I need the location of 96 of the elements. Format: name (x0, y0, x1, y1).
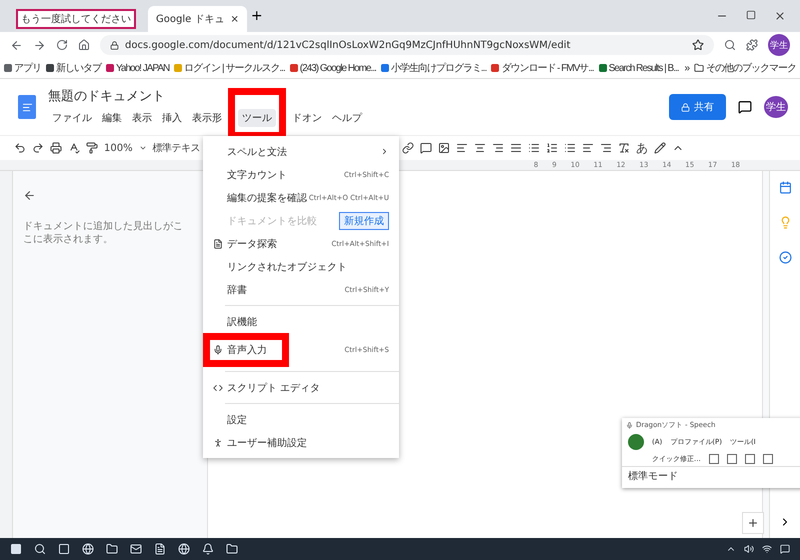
url-text: docs.google.com/document/d/121vC2sqlInOsLoxW2nGq9MzCJnfHUhnNT9gcNoxsWM/edit (125, 40, 570, 50)
bookmark-folder[interactable]: その他のブックマーク (694, 61, 796, 75)
explore-icon (213, 238, 223, 248)
print-icon[interactable] (50, 142, 62, 154)
bookmark-item[interactable]: Yahoo! JAPAN (106, 62, 170, 74)
forward-icon[interactable] (33, 38, 46, 52)
link-icon[interactable] (402, 142, 414, 154)
spellcheck-icon[interactable] (68, 142, 80, 154)
bookmark-item[interactable]: ログイン | サークルスク... (174, 61, 285, 75)
close-icon[interactable] (774, 10, 786, 22)
extensions-icon[interactable] (746, 39, 758, 51)
clear-formatting-icon[interactable] (618, 142, 630, 154)
bookmark-item[interactable]: 新しいタブ (46, 61, 101, 75)
document-title[interactable]: 無題のドキュメント (48, 87, 366, 105)
browser-tab[interactable]: もう一度試してください (8, 6, 144, 32)
menu-item[interactable]: 表示 (128, 109, 156, 127)
explore-button[interactable] (742, 512, 764, 534)
bookmark-item[interactable]: 小学生向けプログラミ... (380, 61, 486, 75)
new-tab-button[interactable]: + (250, 8, 263, 24)
align-center-icon[interactable] (474, 142, 486, 154)
folder-icon[interactable] (106, 543, 118, 555)
menu-option[interactable]: スクリプト エディタ (203, 376, 399, 399)
search-icon[interactable] (34, 543, 46, 555)
outline-hint: ドキュメントに追加した見出しがここに表示されます。 (23, 220, 184, 246)
lock-icon (681, 102, 690, 112)
tab-title: Google ドキュ (156, 13, 224, 26)
plus-icon (747, 517, 759, 529)
folder-icon (694, 63, 704, 73)
calendar-icon[interactable] (778, 181, 792, 194)
maximize-icon[interactable] (746, 10, 756, 20)
align-justify-icon[interactable] (510, 142, 522, 154)
browser-icon[interactable] (82, 543, 94, 555)
share-button[interactable]: 共有 (669, 94, 726, 120)
browser-icon[interactable] (178, 543, 190, 555)
address-bar[interactable]: docs.google.com/document/d/121vC2sqlInOsLoxW2nGq9MzCJnfHUhnNT9gcNoxsWM/edit (100, 35, 714, 55)
reload-icon[interactable] (56, 39, 68, 51)
undo-icon[interactable] (14, 142, 26, 154)
align-right-icon[interactable] (492, 142, 504, 154)
tasks-icon[interactable] (778, 251, 792, 264)
menu-item[interactable]: ツール (238, 109, 276, 127)
bookmark-item[interactable]: Search Results | B... (598, 62, 679, 74)
mode-label: 標準モード (622, 466, 800, 485)
indent-decrease-icon[interactable] (582, 142, 594, 154)
menu-option[interactable]: スペルと文法 (203, 140, 399, 163)
network-icon[interactable] (762, 544, 772, 554)
task-view-icon[interactable] (58, 543, 70, 555)
bookmark-item[interactable]: ダウンロード - FMVサ... (491, 61, 594, 75)
comment-icon[interactable] (420, 142, 432, 154)
input-tools-button[interactable]: あ (636, 140, 648, 156)
volume-icon[interactable] (744, 544, 754, 554)
lock-icon (110, 40, 119, 50)
mic-icon (213, 345, 223, 355)
menu-option[interactable]: 設定 (203, 408, 399, 431)
close-tab-button[interactable]: × (230, 14, 239, 24)
new-badge: 新規作成 (339, 212, 389, 230)
folder-icon[interactable] (226, 543, 238, 555)
numbered-list-icon[interactable] (546, 142, 558, 154)
bookmark-item[interactable]: (243) Google Home... (290, 62, 376, 74)
image-icon[interactable] (438, 142, 450, 154)
comment-history-icon[interactable] (738, 100, 752, 114)
code-icon (213, 382, 223, 392)
home-icon[interactable] (78, 39, 90, 51)
menu-item[interactable]: ヘルプ (328, 109, 366, 127)
more-bookmarks-button[interactable]: » (684, 62, 689, 74)
bookmark-item[interactable]: アプリ (4, 61, 41, 75)
menu-item[interactable]: ファイル (48, 109, 96, 127)
tab-title: もう一度試してください (16, 9, 136, 29)
menu-item[interactable]: 挿入 (158, 109, 186, 127)
person-icon (213, 438, 223, 448)
paint-roller-icon[interactable] (86, 142, 98, 154)
profile-avatar[interactable]: 学生 (764, 96, 788, 118)
bell-icon[interactable] (202, 543, 214, 555)
style-dropdown[interactable]: 標準テキス (152, 141, 200, 155)
menu-option[interactable]: リンクされたオブジェクト (203, 255, 399, 278)
editing-mode-icon[interactable] (654, 142, 666, 154)
caret-icon[interactable] (138, 144, 147, 152)
menu-item[interactable]: 表示形 (188, 109, 226, 127)
menu-option[interactable]: 訳機能 (203, 310, 399, 333)
search-icon[interactable] (724, 39, 736, 51)
profile-avatar[interactable]: 学生 (768, 34, 790, 56)
notification-icon[interactable] (780, 544, 790, 554)
browser-tab[interactable]: Google ドキュ × (148, 6, 247, 32)
mail-icon[interactable] (130, 543, 142, 555)
back-icon[interactable] (10, 38, 23, 52)
back-icon[interactable] (23, 189, 36, 202)
bookmark-star-icon[interactable] (692, 39, 704, 51)
zoom-dropdown[interactable]: 100% (104, 142, 133, 154)
menu-item[interactable]: ドオン (288, 109, 326, 127)
docs-logo-icon (18, 95, 36, 119)
start-icon[interactable] (10, 543, 22, 555)
menu-option[interactable]: ユーザー補助設定 (203, 431, 399, 454)
redo-icon[interactable] (32, 142, 44, 154)
document-icon[interactable] (154, 543, 166, 555)
menu-item[interactable]: 編集 (98, 109, 126, 127)
align-left-icon[interactable] (456, 142, 468, 154)
indent-increase-icon[interactable] (600, 142, 612, 154)
